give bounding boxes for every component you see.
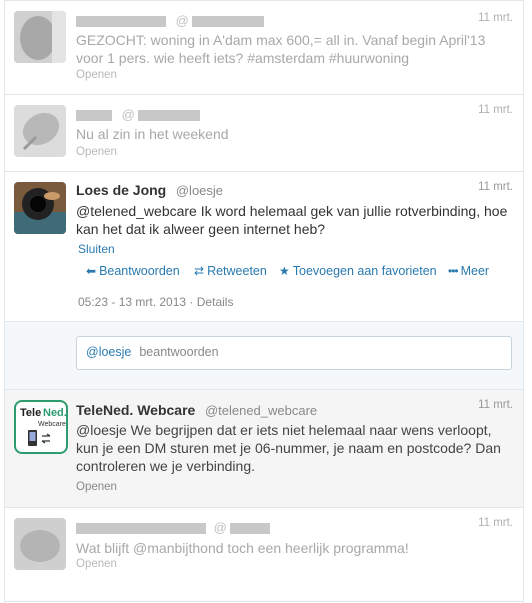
avatar-image-icon <box>14 105 66 157</box>
redacted-handle <box>230 523 271 535</box>
handle-at: @ <box>175 13 189 28</box>
telened-logo-icon: Tele Ned. Webcare <box>20 407 66 446</box>
reply-mention: @loesje <box>86 345 132 359</box>
avatar-image-icon <box>14 182 66 234</box>
author-row: @ <box>76 520 271 535</box>
tweet-text: GEZOCHT: woning in A'dam max 600,= all i… <box>76 32 486 66</box>
more-label: Meer <box>460 264 490 278</box>
avatar[interactable] <box>14 105 66 157</box>
tweet-text: @loesje We begrijpen dat er iets niet he… <box>76 422 501 474</box>
author-row: @ <box>76 13 265 28</box>
webcare-tweet[interactable]: Tele Ned. Webcare TeleNed. Webcare @tele… <box>4 390 524 508</box>
avatar[interactable] <box>14 518 66 570</box>
tweet-time[interactable]: 11 mrt. <box>478 104 513 116</box>
tweet-time[interactable]: 11 mrt. <box>478 517 513 529</box>
more-dots-icon: ••• <box>448 264 459 278</box>
redacted-handle <box>192 16 265 28</box>
avatar-image-icon <box>14 11 66 63</box>
author-row[interactable]: Loes de Jong @loesje <box>76 182 223 198</box>
star-icon: ★ <box>279 264 290 278</box>
svg-text:Tele: Tele <box>20 407 41 419</box>
author-row[interactable]: TeleNed. Webcare @telened_webcare <box>76 402 317 418</box>
favorite-label: Toevoegen aan favorieten <box>292 264 437 278</box>
more-action[interactable]: ••• Meer <box>448 264 489 278</box>
retweet-action[interactable]: ⇄ Retweeten <box>194 264 267 278</box>
handle-at: @ <box>121 107 135 122</box>
open-link[interactable]: Openen <box>76 558 117 570</box>
open-link[interactable]: Openen <box>76 146 117 158</box>
svg-text:Ned.: Ned. <box>43 407 66 419</box>
open-link[interactable]: Openen <box>76 481 117 493</box>
redacted-name <box>76 110 112 122</box>
timeline: @ 11 mrt. GEZOCHT: woning in A'dam max 6… <box>4 0 526 603</box>
author-name[interactable]: Loes de Jong <box>76 182 166 198</box>
tweet-2[interactable]: @ 11 mrt. Nu al zin in het weekend Opene… <box>4 95 524 172</box>
avatar[interactable] <box>14 182 66 234</box>
close-link[interactable]: Sluiten <box>78 242 115 256</box>
reply-input[interactable]: @loesje beantwoorden <box>76 336 512 370</box>
retweet-label: Retweeten <box>207 264 267 278</box>
tweet-time[interactable]: 11 mrt. <box>478 12 513 24</box>
author-handle[interactable]: @loesje <box>176 183 223 198</box>
author-name[interactable]: TeleNed. Webcare <box>76 402 195 418</box>
tweet-text: @telened_webcare Ik word helemaal gek va… <box>76 203 508 237</box>
handle-at: @ <box>213 520 227 535</box>
redacted-name <box>76 523 206 535</box>
webcare-logo[interactable]: Tele Ned. Webcare <box>14 400 68 454</box>
reply-label: Beantwoorden <box>99 264 180 278</box>
avatar[interactable] <box>14 11 66 63</box>
tweet-text: Nu al zin in het weekend <box>76 126 229 142</box>
tweet-timestamp: 05:23 - 13 mrt. 2013 <box>78 295 187 309</box>
tweet-time[interactable]: 11 mrt. <box>478 181 513 193</box>
reply-area: @loesje beantwoorden <box>4 322 524 390</box>
tweet-timestamp-row: 05:23 - 13 mrt. 2013 · Details <box>78 295 234 309</box>
tweet-4[interactable]: @ 11 mrt. Wat blijft @manbijthond toch e… <box>4 508 524 602</box>
tweet-text: Wat blijft @manbijthond toch een heerlij… <box>76 540 409 556</box>
redacted-handle <box>138 110 201 122</box>
favorite-action[interactable]: ★ Toevoegen aan favorieten <box>279 264 437 278</box>
reply-action[interactable]: ⬅ Beantwoorden <box>86 264 180 278</box>
retweet-icon: ⇄ <box>194 264 205 278</box>
svg-text:Webcare: Webcare <box>38 421 66 428</box>
avatar-image-icon <box>14 518 66 570</box>
details-link[interactable]: Details <box>197 295 234 309</box>
focused-tweet[interactable]: Loes de Jong @loesje 11 mrt. @telened_we… <box>4 172 524 322</box>
open-link[interactable]: Openen <box>76 69 117 81</box>
author-handle[interactable]: @telened_webcare <box>205 403 317 418</box>
tweet-time[interactable]: 11 mrt. <box>478 399 513 411</box>
tweet-1[interactable]: @ 11 mrt. GEZOCHT: woning in A'dam max 6… <box>4 0 524 95</box>
reply-arrow-icon: ⬅ <box>86 264 97 278</box>
author-row: @ <box>76 107 201 122</box>
redacted-name <box>76 16 166 28</box>
reply-placeholder: beantwoorden <box>139 345 219 359</box>
